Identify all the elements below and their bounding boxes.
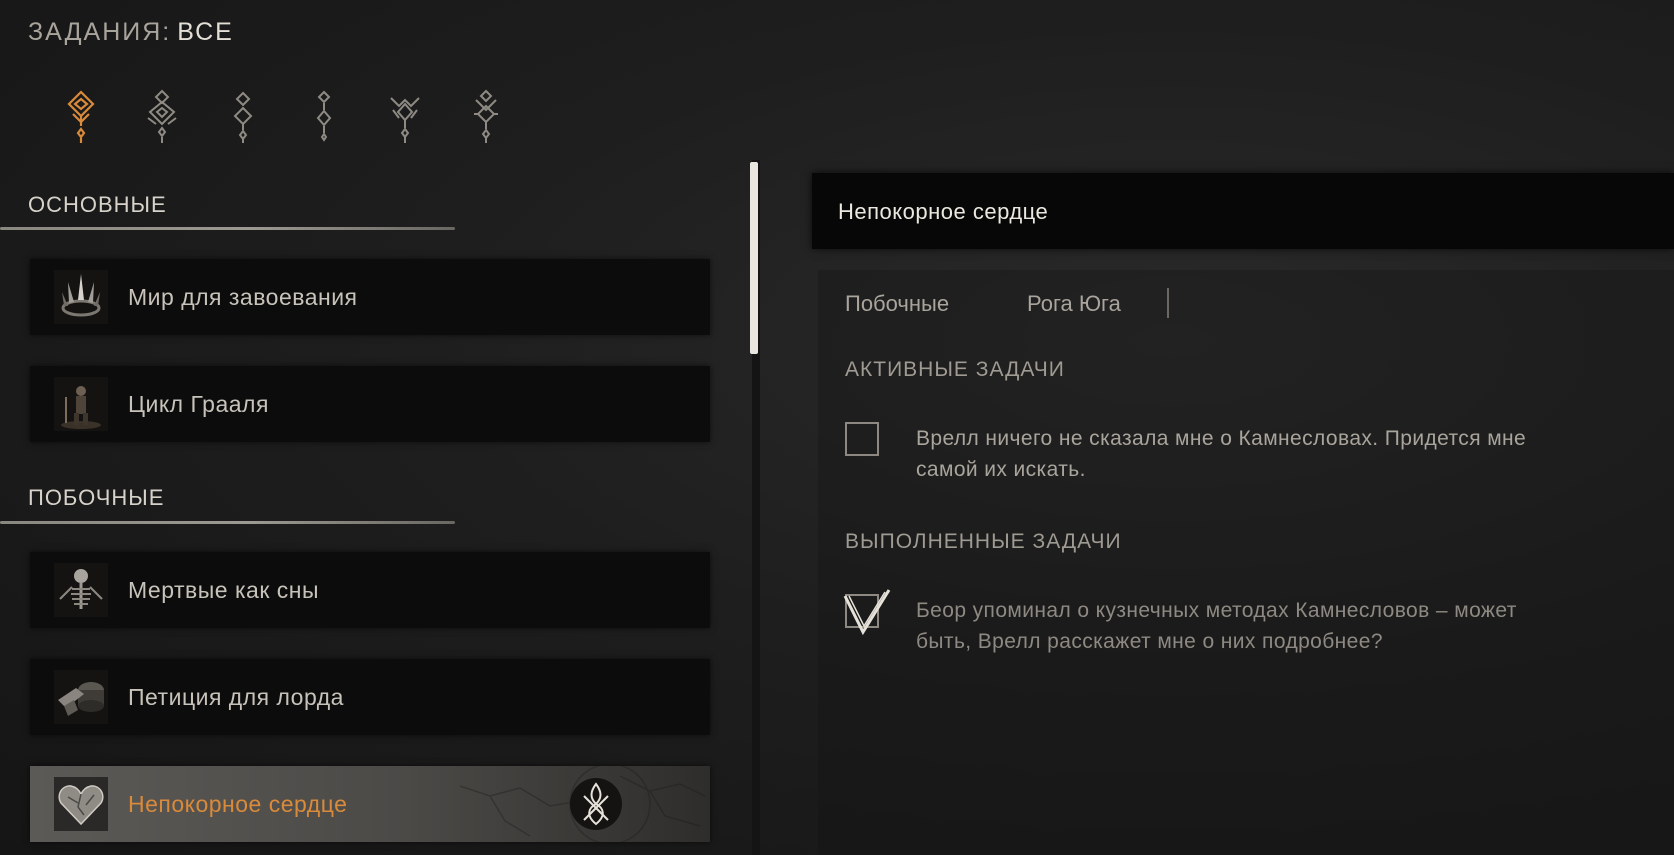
section-title-main: ОСНОВНЫЕ (28, 192, 167, 217)
done-task-text: Беор упоминал о кузнечных методах Камнес… (916, 599, 1517, 653)
anvil-thumb-icon (54, 670, 108, 724)
quest-list-scrollbar-thumb[interactable] (750, 162, 758, 354)
meta-divider (1167, 288, 1169, 318)
active-tasks-title: АКТИВНЫЕ ЗАДАЧИ (845, 358, 1065, 381)
quests-filter-value: ВСЕ (177, 18, 234, 46)
quest-item-world-to-conquer[interactable]: Мир для завоевания (30, 259, 710, 335)
filter-faction-button[interactable] (445, 88, 526, 148)
task-checkbox-checked (843, 589, 891, 636)
quests-header: ЗАДАНИЯ: ВСЕ (28, 18, 234, 47)
quest-type: Побочные (845, 291, 950, 316)
section-title-side: ПОБОЧНЫЕ (28, 485, 165, 510)
filter-all-button[interactable] (40, 88, 121, 148)
filter-trade-icon (389, 97, 420, 143)
quest-item-unruly-heart[interactable]: Непокорное сердце (30, 766, 710, 842)
filter-main-icon (146, 89, 177, 143)
filter-all-icon (66, 90, 95, 143)
quest-label: Петиция для лорда (128, 683, 344, 710)
quests-header-label: ЗАДАНИЯ: (28, 18, 172, 46)
section-divider-main (0, 227, 455, 230)
quest-filter-bar (40, 88, 526, 148)
quest-item-dead-as-dreams[interactable]: Мертвые как сны (30, 552, 710, 628)
filter-faction-icon (473, 89, 498, 143)
filter-minor-button[interactable] (283, 88, 364, 148)
filter-side-icon (233, 91, 252, 143)
quest-item-grail-cycle[interactable]: Цикл Грааля (30, 366, 710, 442)
quest-detail-title: Непокорное сердце (838, 199, 1049, 224)
quest-item-petition-for-lord[interactable]: Петиция для лорда (30, 659, 710, 735)
task-checkbox-unchecked (845, 422, 879, 456)
filter-minor-icon (316, 90, 331, 142)
skeleton-thumb-icon (54, 563, 108, 617)
quest-label: Мир для завоевания (128, 283, 358, 310)
checkmark-icon (843, 589, 891, 636)
stone-heart-thumb-icon (54, 777, 108, 831)
filter-trade-button[interactable] (364, 88, 445, 148)
active-task-text: Врелл ничего не сказала мне о Камнеслова… (916, 427, 1527, 481)
crown-thumb-icon (54, 270, 108, 324)
quest-location: Рога Юга (1027, 291, 1121, 316)
quest-label: Непокорное сердце (128, 790, 348, 817)
filter-side-button[interactable] (202, 88, 283, 148)
quest-label: Мертвые как сны (128, 576, 320, 603)
done-tasks-title: ВЫПОЛНЕННЫЕ ЗАДАЧИ (845, 530, 1122, 553)
figure-thumb-icon (54, 377, 108, 431)
section-divider-side (0, 521, 455, 524)
filter-main-button[interactable] (121, 88, 202, 148)
quest-label: Цикл Грааля (128, 390, 269, 417)
tracked-quest-emblem-icon (568, 776, 624, 832)
